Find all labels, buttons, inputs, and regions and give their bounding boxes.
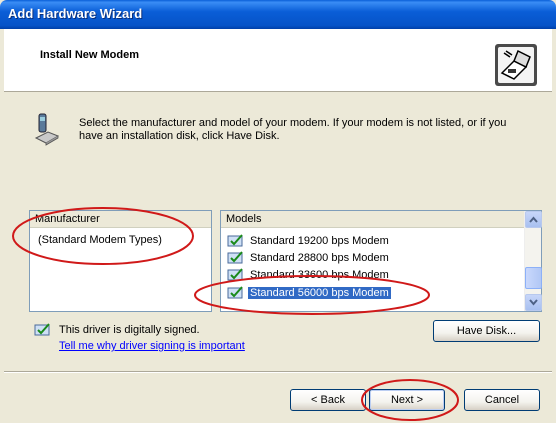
- model-item[interactable]: Standard 28800 bps Modem: [227, 250, 519, 266]
- signed-driver-icon: [34, 323, 50, 336]
- modem-phone-icon: [34, 113, 60, 146]
- model-item[interactable]: Standard 19200 bps Modem: [227, 233, 519, 249]
- add-hardware-wizard-window: Add Hardware Wizard Install New Modem Se…: [0, 0, 556, 423]
- manufacturer-column-header[interactable]: Manufacturer: [30, 211, 211, 228]
- driver-icon: [227, 286, 243, 299]
- driver-signing-link[interactable]: Tell me why driver signing is important: [59, 340, 245, 352]
- wizard-header: Install New Modem: [4, 29, 552, 92]
- window-title: Add Hardware Wizard: [8, 6, 143, 21]
- hardware-wizard-icon: [495, 44, 537, 86]
- title-bar[interactable]: Add Hardware Wizard: [0, 0, 556, 29]
- models-column-header[interactable]: Models: [221, 211, 541, 228]
- have-disk-button[interactable]: Have Disk...: [433, 320, 540, 342]
- cancel-button[interactable]: Cancel: [464, 389, 540, 411]
- next-button[interactable]: Next >: [369, 389, 445, 411]
- signed-status-text: This driver is digitally signed.: [59, 324, 200, 336]
- models-list[interactable]: Models Standard 19200 bps Modem Standard…: [220, 210, 542, 312]
- instruction-text: Select the manufacturer and model of you…: [79, 117, 507, 142]
- driver-icon: [227, 268, 243, 281]
- chevron-down-icon: [529, 299, 538, 306]
- back-button[interactable]: < Back: [290, 389, 366, 411]
- manufacturer-item[interactable]: (Standard Modem Types): [36, 233, 164, 247]
- driver-icon: [227, 251, 243, 264]
- scroll-up-button[interactable]: [525, 211, 542, 228]
- model-item-selected[interactable]: Standard 56000 bps Modem: [227, 285, 519, 301]
- manufacturer-list[interactable]: Manufacturer (Standard Modem Types): [29, 210, 212, 312]
- models-scrollbar[interactable]: [524, 211, 542, 311]
- scroll-down-button[interactable]: [525, 294, 542, 311]
- model-item[interactable]: Standard 33600 bps Modem: [227, 267, 519, 283]
- scroll-thumb[interactable]: [525, 267, 542, 289]
- page-heading: Install New Modem: [40, 49, 140, 61]
- divider: [4, 371, 552, 373]
- chevron-up-icon: [529, 216, 538, 223]
- driver-icon: [227, 234, 243, 247]
